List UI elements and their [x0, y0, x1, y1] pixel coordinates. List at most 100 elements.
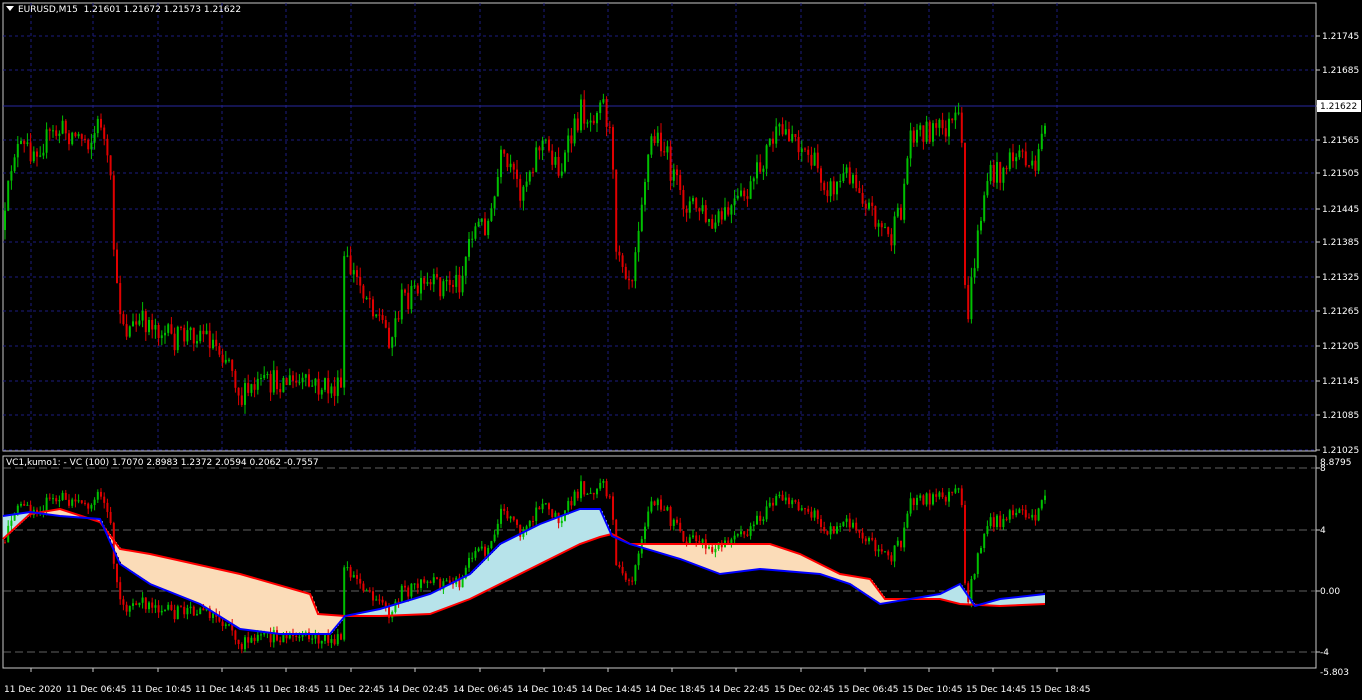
indicator-candle-body	[221, 621, 224, 626]
indicator-candle-body	[90, 504, 93, 509]
price-chart-canvas[interactable]: 1.21745 1.21685 1.21565 1.21505 1.21445 1.213…	[0, 0, 1362, 454]
candle-body	[119, 283, 122, 315]
indicator-candle-body	[820, 519, 822, 527]
candle-body	[868, 202, 870, 209]
indicator-candle-body	[80, 500, 83, 503]
candle-body	[695, 198, 698, 209]
indicator-candle-body	[432, 577, 435, 583]
kumo-segment	[999, 599, 1001, 606]
candle-body	[826, 190, 829, 197]
kumo-segment	[745, 544, 747, 571]
kumo-segment	[403, 602, 405, 616]
indicator-candle-body	[128, 605, 131, 612]
candle-body	[685, 209, 688, 213]
indicator-candle-body	[586, 493, 589, 495]
candle-body	[202, 330, 205, 335]
kumo-segment	[587, 509, 589, 542]
kumo-segment	[277, 584, 279, 634]
kumo-segment	[1009, 598, 1011, 606]
indicator-candle-body	[224, 624, 227, 626]
candle-body	[698, 208, 701, 212]
price-axis-label: 1.21025	[1322, 446, 1359, 454]
indicator-candle-body	[900, 540, 902, 548]
candle-body	[215, 339, 218, 347]
candle-body	[647, 154, 650, 183]
indicator-candle-body	[20, 503, 22, 506]
time-axis-label: 11 Dec 18:45	[259, 685, 320, 695]
indicator-candle-body	[58, 499, 61, 502]
indicator-candle-body	[55, 498, 58, 502]
indicator-value-6: -0.7557	[283, 458, 319, 468]
candle-body	[410, 285, 413, 310]
indicator-candle-body	[474, 551, 477, 558]
candle-body	[653, 136, 656, 143]
candle-body	[218, 346, 221, 355]
candle-body	[672, 169, 675, 181]
candle-body	[893, 216, 896, 246]
kumo-segment	[135, 551, 137, 574]
kumo-segment	[485, 559, 487, 592]
candle-body	[781, 124, 784, 135]
kumo-segment	[765, 544, 767, 570]
price-axis-label: 1.21445	[1322, 205, 1359, 215]
kumo-segment	[569, 513, 571, 550]
candle-body	[317, 378, 320, 395]
kumo-segment	[189, 562, 191, 600]
candle-body	[250, 384, 253, 393]
kumo-segment	[329, 614, 331, 634]
indicator-candle-body	[692, 535, 694, 538]
indicator-candle-body	[116, 563, 118, 583]
indicator-candle-body	[839, 526, 842, 528]
candle-body	[244, 383, 246, 405]
candle-body	[397, 318, 400, 320]
candle-body	[404, 289, 406, 293]
indicator-canvas[interactable]: 840.00-48.8795-5.80311 Dec 2020 11 Dec 06…	[0, 454, 1362, 700]
indicator-value-2: 2.8983	[146, 458, 178, 468]
indicator-candle-body	[496, 523, 499, 535]
indicator-candle-body	[352, 575, 355, 578]
kumo-segment	[415, 598, 417, 615]
candle-body	[445, 279, 448, 282]
candle-body	[813, 152, 816, 166]
candle-body	[564, 152, 566, 172]
kumo-segment	[515, 536, 517, 577]
candle-body	[23, 140, 26, 144]
kumo-segment	[291, 588, 293, 634]
candle-body	[538, 147, 541, 151]
kumo-segment	[161, 556, 163, 589]
indicator-pane[interactable]: VC1,kumo1: - VC (100) 1.7070 2.8983 1.23…	[0, 454, 1362, 700]
price-chart-pane[interactable]: EURUSD,M15 1.21601 1.21672 1.21573 1.216…	[0, 0, 1362, 454]
kumo-segment	[487, 557, 489, 591]
candle-body	[772, 138, 774, 144]
indicator-candle-body	[992, 517, 995, 527]
kumo-segment	[173, 559, 175, 594]
candle-body	[487, 220, 490, 236]
indicator-candle-body	[362, 583, 365, 591]
indicator-candle-body	[922, 495, 925, 505]
candle-body	[340, 377, 342, 388]
kumo-segment	[423, 596, 425, 615]
indicator-candle-body	[708, 546, 710, 549]
kumo-segment	[475, 569, 477, 597]
candle-body	[912, 130, 915, 143]
indicator-candle-body	[320, 640, 323, 644]
kumo-segment	[769, 544, 771, 570]
candle-body	[7, 180, 10, 211]
candle-body	[864, 203, 867, 209]
candle-body	[1015, 157, 1018, 162]
kumo-segment	[865, 578, 867, 594]
candle-body	[634, 252, 637, 282]
candle-body	[247, 383, 250, 393]
kumo-segment	[207, 566, 209, 609]
kumo-segment	[679, 544, 681, 559]
kumo-segment	[527, 530, 529, 571]
indicator-candle-body	[836, 526, 838, 534]
kumo-segment	[419, 597, 421, 615]
kumo-segment	[775, 545, 777, 571]
candle-body	[800, 148, 803, 153]
indicator-candle-body	[845, 518, 848, 522]
indicator-candle-body	[119, 582, 122, 600]
candle-body	[80, 134, 83, 139]
kumo-segment	[755, 544, 757, 570]
collapse-triangle-icon[interactable]	[6, 6, 14, 11]
